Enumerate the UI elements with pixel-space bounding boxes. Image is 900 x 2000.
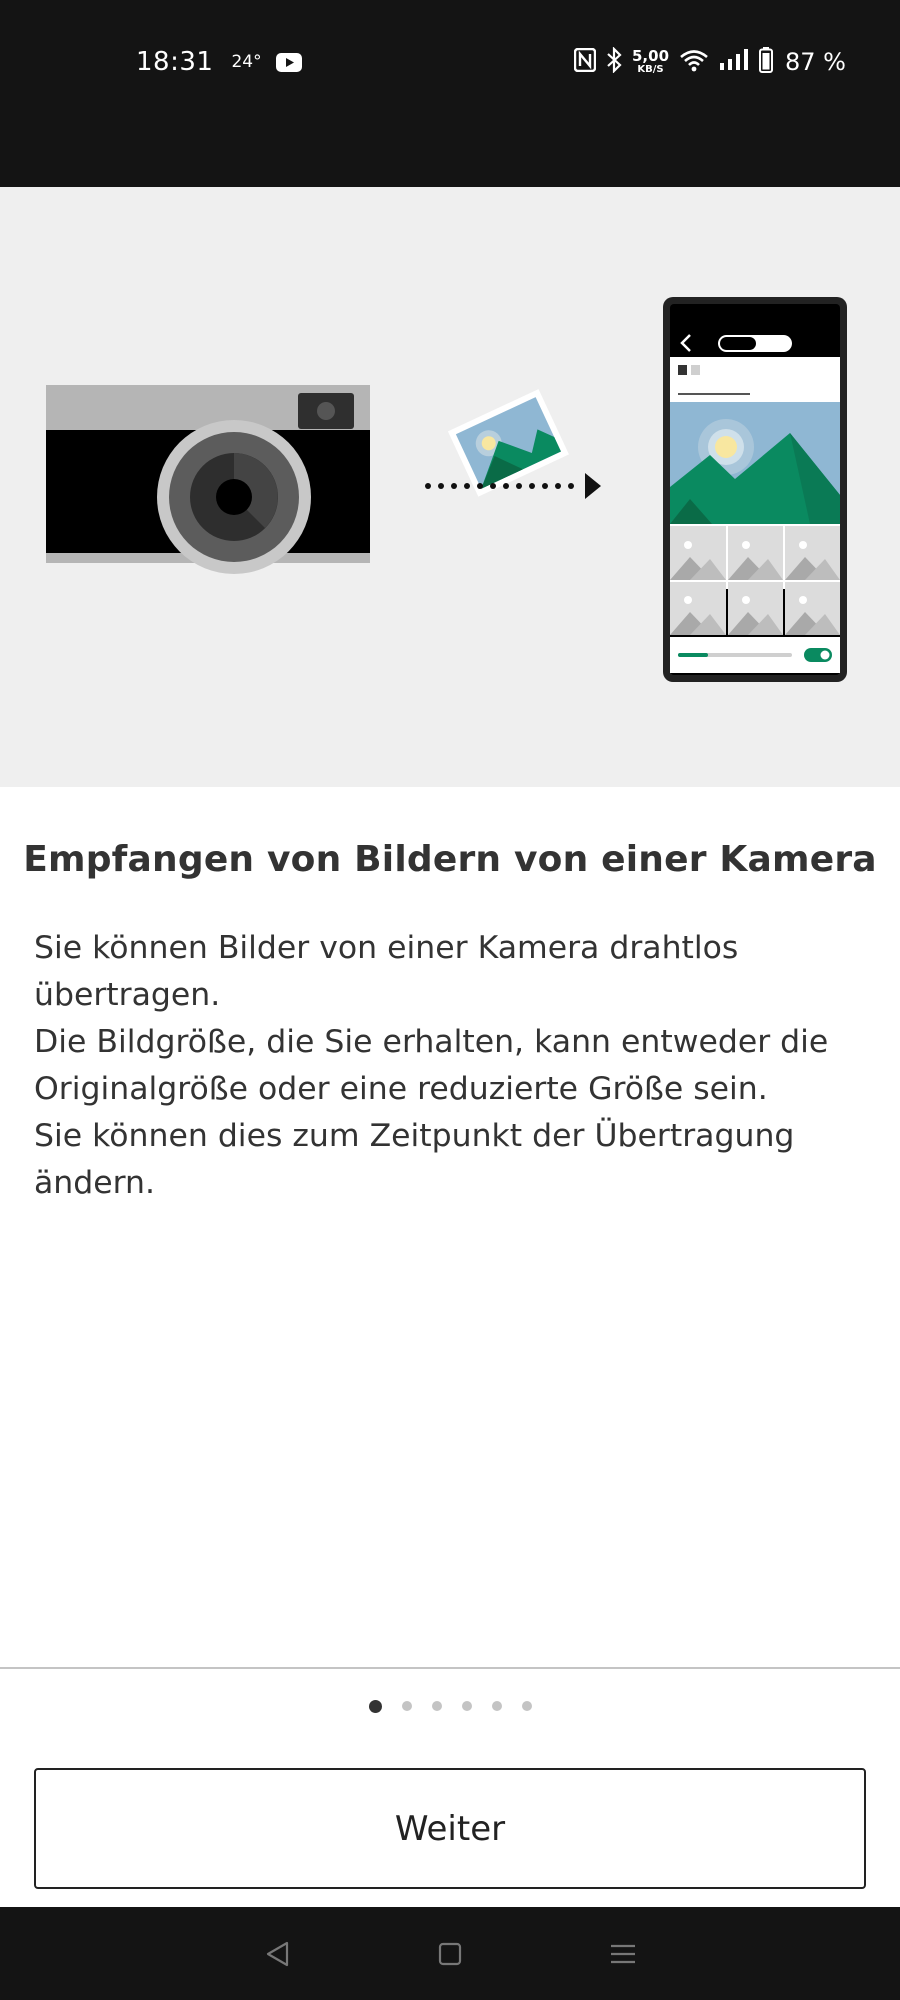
- page-dot: [401, 1701, 412, 1711]
- hero-illustration: [0, 187, 900, 787]
- description: Sie können Bilder von einer Kamera draht…: [34, 925, 866, 1207]
- bluetooth-icon: [606, 46, 622, 77]
- description-paragraph: Sie können Bilder von einer Kamera draht…: [34, 930, 739, 1013]
- clock: 18:31: [136, 47, 214, 77]
- battery-icon: [759, 47, 774, 77]
- status-left: 18:31 24°: [136, 44, 302, 80]
- page-dot: [431, 1701, 442, 1711]
- page-dot: [521, 1701, 532, 1711]
- phone-icon: [663, 297, 847, 682]
- page-title: Empfangen von Bildern von einer Kamera: [23, 839, 877, 880]
- wifi-icon: [679, 48, 709, 76]
- description-paragraph: Die Bildgröße, die Sie erhalten, kann en…: [34, 1024, 829, 1107]
- description-paragraph: Sie können dies zum Zeitpunkt der Übertr…: [34, 1118, 795, 1201]
- camera-icon: [46, 385, 370, 574]
- youtube-icon: [275, 52, 302, 72]
- temperature: 24°: [231, 52, 262, 72]
- battery-percent: 87 %: [785, 48, 846, 76]
- home-icon[interactable]: [430, 1934, 470, 1974]
- footer-divider: [0, 1667, 900, 1669]
- signal-icon: [719, 48, 749, 76]
- status-bar: 18:31 24° 5,00 KB/S 87 %: [0, 0, 900, 187]
- recents-icon[interactable]: [603, 1934, 643, 1974]
- back-icon[interactable]: [257, 1934, 297, 1974]
- next-button[interactable]: Weiter: [34, 1768, 866, 1889]
- transfer-arrow-icon: [425, 389, 601, 499]
- page-dot-active: [368, 1699, 382, 1713]
- page-dot: [461, 1701, 472, 1711]
- status-right: 5,00 KB/S 87 %: [573, 44, 846, 80]
- page-dot: [491, 1701, 502, 1711]
- page-indicator: [0, 1699, 900, 1713]
- navigation-bar: [0, 1907, 900, 2000]
- network-speed: 5,00 KB/S: [632, 47, 670, 75]
- nfc-icon: [573, 47, 597, 76]
